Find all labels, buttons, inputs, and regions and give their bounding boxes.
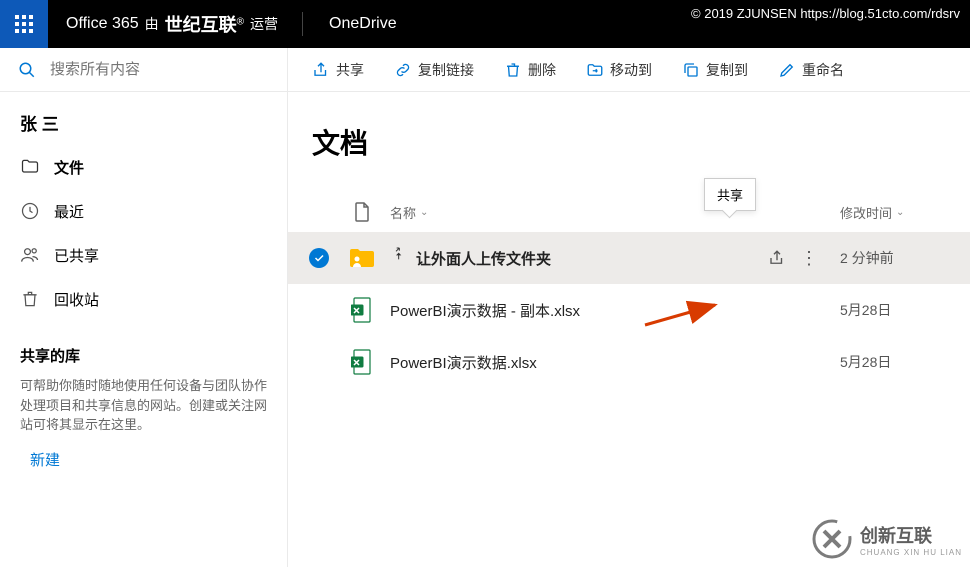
user-name: 张 三 <box>0 106 287 145</box>
file-row[interactable]: PowerBI演示数据 - 副本.xlsx 5月28日 <box>288 284 970 336</box>
trash-icon <box>504 61 522 79</box>
search-input[interactable] <box>50 61 269 78</box>
app-launcher-button[interactable] <box>0 0 48 48</box>
people-icon <box>20 245 40 265</box>
col-name-header[interactable]: 名称⌄ <box>390 203 740 222</box>
list-header: 名称⌄ 修改时间⌄ 共享 <box>288 192 970 232</box>
check-icon <box>313 252 325 264</box>
cmd-delete[interactable]: 删除 <box>494 53 566 87</box>
cmd-copylink-label: 复制链接 <box>418 60 474 80</box>
nav-recycle[interactable]: 回收站 <box>0 277 287 321</box>
cmd-share[interactable]: 共享 <box>302 53 374 87</box>
command-bar: 共享 复制链接 删除 移动到 复制到 重命名 <box>288 48 970 92</box>
excel-icon <box>351 297 373 323</box>
row-share-icon[interactable] <box>768 249 786 267</box>
cmd-moveto-label: 移动到 <box>610 60 652 80</box>
cx-logo-icon <box>812 519 852 559</box>
nav-shared-label: 已共享 <box>54 245 99 266</box>
content-area: 共享 复制链接 删除 移动到 复制到 重命名 <box>288 48 970 567</box>
nav-shared[interactable]: 已共享 <box>0 233 287 277</box>
footer-sub: CHUANG XIN HU LIAN <box>860 548 962 557</box>
header-divider <box>302 12 303 36</box>
footer-brand: 创新互联 <box>860 526 932 546</box>
cmd-rename[interactable]: 重命名 <box>768 53 854 87</box>
o365-label: Office 365 <box>66 15 139 33</box>
footer-watermark: 创新互联 CHUANG XIN HU LIAN <box>812 519 962 559</box>
cmd-moveto[interactable]: 移动到 <box>576 53 662 87</box>
moveto-icon <box>586 61 604 79</box>
nav-recent-label: 最近 <box>54 201 84 222</box>
excel-icon <box>351 349 373 375</box>
page-title: 文档 <box>288 122 970 162</box>
file-row[interactable]: PowerBI演示数据.xlsx 5月28日 <box>288 336 970 388</box>
shared-folder-icon <box>348 247 376 269</box>
row-name: PowerBI演示数据.xlsx <box>390 352 537 373</box>
col-modtime-header[interactable]: 修改时间⌄ <box>840 203 970 222</box>
app-name[interactable]: OneDrive <box>309 15 417 33</box>
nav-files-label: 文件 <box>54 157 84 178</box>
brand-block: Office 365 由 世纪互联® 运营 <box>48 11 296 37</box>
row-more-button[interactable]: ⋮ <box>800 248 820 269</box>
col-type-header[interactable] <box>334 202 390 222</box>
watermark-text: © 2019 ZJUNSEN https://blog.51cto.com/rd… <box>691 6 960 21</box>
cmd-share-label: 共享 <box>336 60 364 80</box>
sidebar: 张 三 文件 最近 已共享 回收站 共享的库 可帮助你随时随地使用任何设备与团队… <box>0 48 288 567</box>
chevron-down-icon: ⌄ <box>896 207 904 218</box>
recycle-icon <box>20 289 40 309</box>
waffle-icon <box>15 15 33 33</box>
company-name: 世纪互联® <box>165 11 244 37</box>
search-box[interactable] <box>0 48 287 92</box>
chevron-down-icon: ⌄ <box>420 207 428 218</box>
cmd-delete-label: 删除 <box>528 60 556 80</box>
nav-recycle-label: 回收站 <box>54 289 99 310</box>
suffix-label: 运营 <box>250 14 278 34</box>
row-checkbox[interactable] <box>309 248 329 268</box>
row-name: 让外面人上传文件夹 <box>416 248 551 269</box>
row-modified: 2 分钟前 <box>840 248 970 268</box>
cmd-copyto[interactable]: 复制到 <box>672 53 758 87</box>
nav-recent[interactable]: 最近 <box>0 189 287 233</box>
clock-icon <box>20 201 40 221</box>
folder-icon <box>20 157 40 177</box>
link-icon <box>394 61 412 79</box>
row-modified: 5月28日 <box>840 352 970 372</box>
shared-libs-title: 共享的库 <box>20 345 267 366</box>
row-modified: 5月28日 <box>840 300 970 320</box>
pencil-icon <box>778 61 796 79</box>
search-icon <box>18 61 36 79</box>
new-library-button[interactable]: 新建 <box>0 449 287 470</box>
share-tooltip: 共享 <box>704 178 756 211</box>
shared-libs-desc: 可帮助你随时随地使用任何设备与团队协作处理项目和共享信息的网站。创建或关注网站可… <box>20 376 267 435</box>
row-name: PowerBI演示数据 - 副本.xlsx <box>390 300 580 321</box>
by-label: 由 <box>145 14 159 34</box>
share-icon <box>312 61 330 79</box>
cmd-rename-label: 重命名 <box>802 60 844 80</box>
cmd-copyto-label: 复制到 <box>706 60 748 80</box>
copyto-icon <box>682 61 700 79</box>
file-row[interactable]: 让外面人上传文件夹 ⋮ 2 分钟前 <box>288 232 970 284</box>
shared-libs-section: 共享的库 可帮助你随时随地使用任何设备与团队协作处理项目和共享信息的网站。创建或… <box>0 345 287 435</box>
cursor-icon <box>390 246 406 262</box>
nav-files[interactable]: 文件 <box>0 145 287 189</box>
cmd-copylink[interactable]: 复制链接 <box>384 53 484 87</box>
